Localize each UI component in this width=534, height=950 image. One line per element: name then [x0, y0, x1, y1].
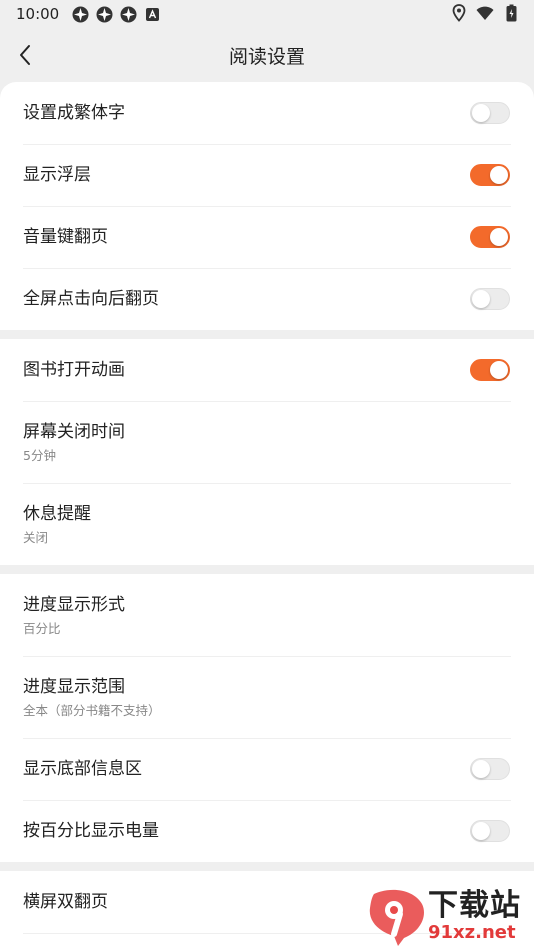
toggle-knob — [472, 290, 490, 308]
notification-icon — [95, 5, 113, 23]
toggle-switch-on[interactable] — [470, 359, 510, 381]
setting-label: 按百分比显示电量 — [23, 821, 159, 841]
back-button[interactable] — [8, 38, 42, 72]
setting-label: 图书打开动画 — [23, 360, 125, 380]
setting-rest-reminder[interactable]: 休息提醒 关闭 — [0, 483, 534, 565]
toggle-knob — [472, 822, 490, 840]
toggle-switch-on[interactable] — [470, 164, 510, 186]
notification-icon — [119, 5, 137, 23]
setting-progress-range[interactable]: 进度显示范围 全本（部分书籍不支持） — [0, 656, 534, 738]
watermark-title: 下载站 — [428, 888, 521, 923]
settings-group-progress: 进度显示形式 百分比 进度显示范围 全本（部分书籍不支持） 显示底部信息区 按百… — [0, 574, 534, 862]
battery-icon — [502, 4, 520, 22]
setting-value: 百分比 — [23, 620, 61, 636]
setting-show-overlay[interactable]: 显示浮层 — [0, 144, 534, 206]
setting-fullscreen-tap-next[interactable]: 全屏点击向后翻页 — [0, 268, 534, 330]
settings-group-behavior: 图书打开动画 屏幕关闭时间 5分钟 休息提醒 关闭 — [0, 339, 534, 565]
watermark-logo-icon — [369, 889, 424, 946]
toggle-knob — [490, 228, 508, 246]
setting-screen-off-time[interactable]: 屏幕关闭时间 5分钟 — [0, 401, 534, 483]
text-badge-icon — [143, 5, 161, 23]
toggle-knob — [472, 760, 490, 778]
setting-label: 音量键翻页 — [23, 227, 108, 247]
toggle-switch-off[interactable] — [470, 288, 510, 310]
setting-value: 全本（部分书籍不支持） — [23, 702, 161, 718]
toggle-switch-off[interactable] — [470, 102, 510, 124]
site-watermark: 下载站 91xz.net — [364, 884, 534, 950]
watermark-url: 91xz.net — [428, 922, 516, 943]
setting-book-open-animation[interactable]: 图书打开动画 — [0, 339, 534, 401]
setting-show-bottom-info[interactable]: 显示底部信息区 — [0, 738, 534, 800]
setting-label: 进度显示形式 — [23, 594, 125, 615]
watermark-text: 下载站 91xz.net — [428, 890, 521, 944]
setting-value: 关闭 — [23, 529, 49, 545]
toggle-knob — [472, 104, 490, 122]
toggle-switch-on[interactable] — [470, 226, 510, 248]
setting-label: 休息提醒 — [23, 503, 91, 524]
toggle-knob — [490, 361, 508, 379]
page-title: 阅读设置 — [228, 45, 305, 68]
setting-label: 全屏点击向后翻页 — [23, 289, 159, 309]
setting-label: 横屏双翻页 — [23, 892, 108, 912]
settings-list: 设置成繁体字 显示浮层 音量键翻页 全屏点击向后翻页 图书打开动画 屏幕关闭时间… — [0, 82, 534, 950]
setting-battery-percent[interactable]: 按百分比显示电量 — [0, 800, 534, 862]
setting-progress-format[interactable]: 进度显示形式 百分比 — [0, 574, 534, 656]
setting-label: 进度显示范围 — [23, 676, 125, 697]
setting-traditional-chinese[interactable]: 设置成繁体字 — [0, 82, 534, 144]
setting-volume-key-page-turn[interactable]: 音量键翻页 — [0, 206, 534, 268]
setting-value: 5分钟 — [23, 447, 56, 463]
status-time: 10:00 — [16, 5, 60, 23]
status-system-icons — [450, 4, 520, 22]
setting-label: 屏幕关闭时间 — [23, 421, 125, 442]
status-bar: 10:00 — [0, 0, 534, 28]
app-bar: 阅读设置 — [0, 28, 534, 82]
toggle-switch-off[interactable] — [470, 758, 510, 780]
toggle-knob — [490, 166, 508, 184]
setting-label: 显示底部信息区 — [23, 759, 142, 779]
settings-group-display: 设置成繁体字 显示浮层 音量键翻页 全屏点击向后翻页 — [0, 82, 534, 330]
wifi-icon — [476, 4, 494, 22]
toggle-switch-off[interactable] — [470, 820, 510, 842]
notification-icon — [71, 5, 89, 23]
status-notifications — [71, 5, 161, 23]
setting-label: 设置成繁体字 — [23, 103, 125, 123]
chevron-left-icon — [20, 45, 30, 65]
location-icon — [450, 4, 468, 22]
setting-label: 显示浮层 — [23, 165, 91, 185]
